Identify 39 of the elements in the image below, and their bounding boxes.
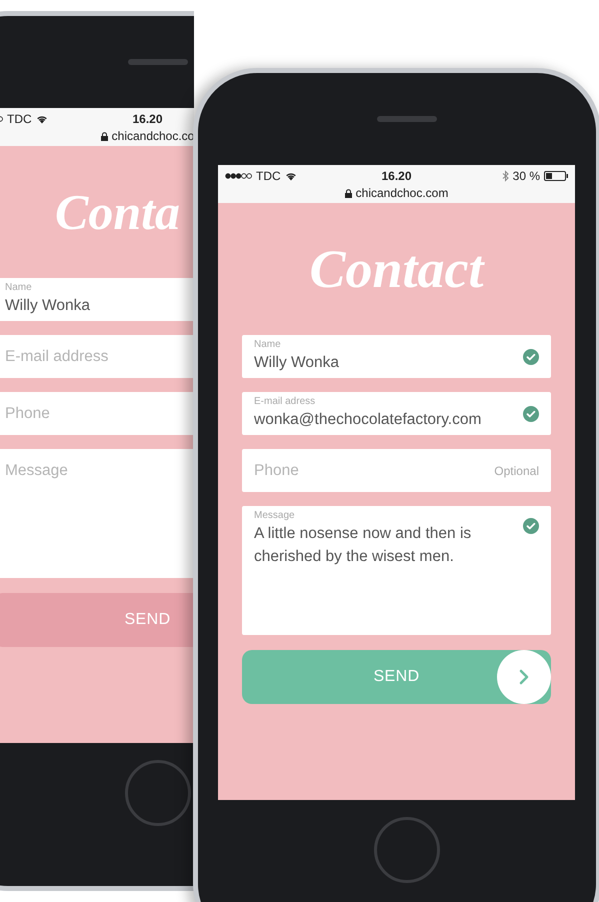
status-time: 16.20 bbox=[381, 168, 412, 185]
field-value: Willy Wonka bbox=[5, 296, 90, 316]
lock-icon bbox=[344, 188, 352, 198]
field-label: E-mail adress bbox=[254, 396, 316, 408]
placeholder-text: Phone bbox=[5, 404, 50, 424]
bluetooth-icon bbox=[502, 170, 509, 182]
home-button[interactable] bbox=[374, 817, 440, 883]
battery-percent: 30 % bbox=[512, 168, 540, 185]
carrier-name: TDC bbox=[7, 111, 32, 128]
placeholder-text: Message bbox=[5, 461, 68, 481]
address-bar[interactable]: chicandchoc.co bbox=[100, 128, 194, 144]
lock-icon bbox=[100, 132, 108, 140]
chevron-right-icon bbox=[497, 650, 551, 704]
field-value: Willy Wonka bbox=[254, 353, 339, 373]
carrier-name: TDC bbox=[256, 168, 281, 185]
text-field[interactable]: E-mail adress wonka@thechocolatefactory.com bbox=[242, 392, 551, 435]
field-label: Name bbox=[5, 282, 32, 294]
speaker-grille bbox=[128, 59, 188, 65]
text-field[interactable]: Name Willy Wonka bbox=[242, 335, 551, 378]
url-text: chicandchoc.com bbox=[356, 185, 448, 202]
status-time: 16.20 bbox=[132, 111, 163, 128]
field-label: Name bbox=[254, 339, 281, 351]
field-value: A little nosense now and then is cherished by the wisest men. bbox=[254, 524, 472, 567]
placeholder-text: E-mail address bbox=[5, 346, 108, 367]
contact-logo: Contact bbox=[309, 238, 484, 300]
optional-hint: Optional bbox=[494, 462, 539, 480]
placeholder-text: Phone bbox=[254, 460, 299, 481]
url-text: chicandchoc.co bbox=[112, 128, 194, 145]
wifi-icon bbox=[36, 114, 48, 124]
contact-logo: Conta bbox=[55, 182, 180, 242]
wifi-icon bbox=[284, 172, 297, 180]
field-value: wonka@thechocolatefactory.com bbox=[254, 410, 482, 430]
signal-icon bbox=[225, 173, 252, 179]
battery-icon bbox=[544, 171, 568, 181]
message-field[interactable]: Message A little nosense now and then is cherished by the wisest men. bbox=[242, 506, 551, 635]
speaker-grille bbox=[377, 116, 437, 122]
text-field[interactable]: Name Willy Wonka bbox=[0, 278, 194, 321]
address-bar[interactable]: chicandchoc.com bbox=[344, 185, 448, 201]
field-label: Message bbox=[254, 510, 295, 522]
